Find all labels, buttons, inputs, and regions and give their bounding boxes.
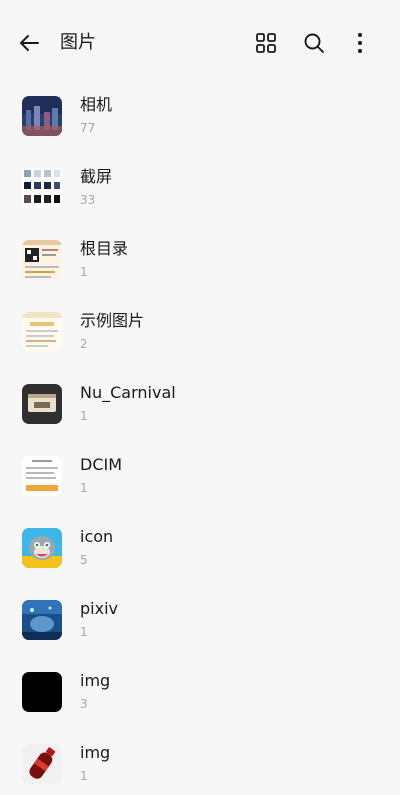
album-item[interactable]: img 1 bbox=[0, 728, 400, 795]
album-count: 3 bbox=[80, 697, 88, 711]
search-icon bbox=[304, 33, 324, 53]
album-name: DCIM bbox=[80, 455, 123, 474]
more-vertical-icon bbox=[358, 33, 362, 53]
page-title: 图片 bbox=[60, 32, 96, 53]
album-name: pixiv bbox=[80, 599, 118, 618]
album-name: 示例图片 bbox=[80, 311, 145, 330]
search-button[interactable] bbox=[302, 30, 326, 56]
album-name: 根目录 bbox=[80, 239, 129, 258]
album-item[interactable]: DCIM 1 bbox=[0, 440, 400, 512]
album-count: 1 bbox=[80, 769, 88, 783]
album-name: Nu_Carnival bbox=[80, 383, 176, 402]
album-thumbnail bbox=[22, 528, 62, 568]
back-button[interactable] bbox=[16, 30, 46, 56]
album-count: 1 bbox=[80, 625, 88, 639]
album-thumbnail bbox=[22, 312, 62, 352]
grid-view-button[interactable] bbox=[254, 30, 278, 56]
album-item[interactable]: pixiv 1 bbox=[0, 584, 400, 656]
album-thumbnail bbox=[22, 456, 62, 496]
top-app-bar: 图片 bbox=[0, 0, 400, 86]
album-item[interactable]: img 3 bbox=[0, 656, 400, 728]
album-thumbnail bbox=[22, 384, 62, 424]
album-item[interactable]: 示例图片 2 bbox=[0, 296, 400, 368]
album-thumbnail bbox=[22, 600, 62, 640]
album-thumbnail bbox=[22, 744, 62, 784]
album-item[interactable]: 相机 77 bbox=[0, 80, 400, 152]
album-thumbnail bbox=[22, 168, 62, 208]
album-count: 1 bbox=[80, 481, 88, 495]
album-name: 相机 bbox=[80, 95, 113, 114]
album-item[interactable]: 截屏 33 bbox=[0, 152, 400, 224]
album-name: img bbox=[80, 743, 111, 762]
album-count: 33 bbox=[80, 193, 96, 207]
album-item[interactable]: 根目录 1 bbox=[0, 224, 400, 296]
album-count: 1 bbox=[80, 409, 88, 423]
album-thumbnail bbox=[22, 672, 62, 712]
album-thumbnail bbox=[22, 96, 62, 136]
album-name: 截屏 bbox=[80, 167, 113, 186]
album-count: 5 bbox=[80, 553, 88, 567]
more-options-button[interactable] bbox=[348, 30, 372, 56]
album-list: 相机 77 截屏 33 根目录 1 示例图片 2 Nu_Carnival 1 D… bbox=[0, 80, 400, 795]
album-item[interactable]: icon 5 bbox=[0, 512, 400, 584]
back-arrow-icon bbox=[20, 35, 39, 51]
album-count: 77 bbox=[80, 121, 96, 135]
album-count: 1 bbox=[80, 265, 88, 279]
album-item[interactable]: Nu_Carnival 1 bbox=[0, 368, 400, 440]
grid-view-icon bbox=[256, 33, 276, 53]
album-name: img bbox=[80, 671, 111, 690]
album-thumbnail bbox=[22, 240, 62, 280]
album-count: 2 bbox=[80, 337, 88, 351]
album-name: icon bbox=[80, 527, 114, 546]
